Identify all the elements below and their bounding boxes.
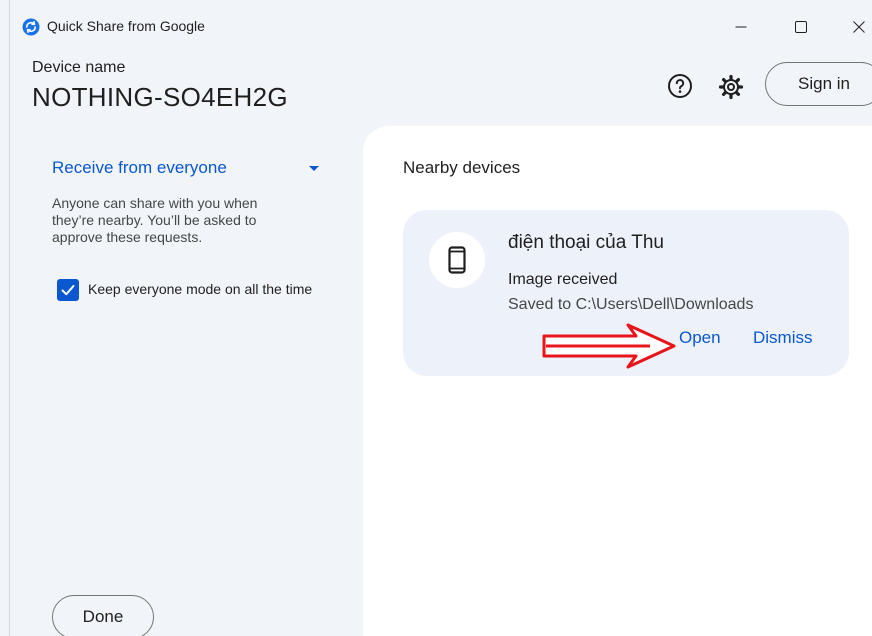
maximize-icon bbox=[795, 21, 807, 33]
keep-everyone-checkbox[interactable] bbox=[57, 279, 79, 301]
device-avatar bbox=[429, 232, 485, 288]
window-title: Quick Share from Google bbox=[47, 18, 205, 34]
minimize-button[interactable] bbox=[718, 8, 764, 46]
open-button[interactable]: Open bbox=[679, 328, 721, 348]
caret-down-icon bbox=[309, 166, 319, 171]
close-icon bbox=[853, 21, 865, 33]
close-window-button[interactable] bbox=[836, 8, 872, 46]
save-location: Saved to C:\Users\Dell\Downloads bbox=[508, 296, 754, 313]
smartphone-icon bbox=[448, 246, 466, 274]
dismiss-button[interactable]: Dismiss bbox=[753, 328, 813, 348]
device-name-label: Device name bbox=[32, 59, 126, 76]
settings-button[interactable] bbox=[716, 72, 746, 102]
gear-icon bbox=[718, 74, 744, 100]
device-name-value: NOTHING-SO4EH2G bbox=[32, 82, 288, 112]
quick-share-window: Quick Share from Google Device name NOTH… bbox=[0, 0, 872, 636]
left-pane: Receive from everyone Anyone can share w… bbox=[10, 126, 362, 636]
nearby-devices-pane: Nearby devices điện thoại của Thu Image … bbox=[363, 126, 872, 636]
description-line: Anyone can share with you when bbox=[52, 195, 258, 211]
visibility-description: Anyone can share with you when they’re n… bbox=[52, 195, 292, 246]
visibility-dropdown[interactable]: Receive from everyone bbox=[52, 156, 324, 180]
description-line: they’re nearby. You’ll be asked to bbox=[52, 212, 257, 228]
title-bar: Quick Share from Google bbox=[10, 8, 872, 46]
header: Device name NOTHING-SO4EH2G Sign in bbox=[10, 46, 872, 126]
maximize-button[interactable] bbox=[778, 8, 824, 46]
keep-everyone-label: Keep everyone mode on all the time bbox=[88, 281, 313, 297]
transfer-status: Image received bbox=[508, 271, 618, 288]
description-line: approve these requests. bbox=[52, 229, 203, 245]
annotation-arrow-icon bbox=[542, 323, 676, 369]
nearby-devices-title: Nearby devices bbox=[403, 158, 521, 177]
help-circle-icon bbox=[668, 74, 692, 98]
quick-share-logo-icon bbox=[22, 18, 40, 36]
checkmark-icon bbox=[61, 285, 75, 296]
remote-device-name: điện thoại của Thu bbox=[508, 232, 664, 253]
sign-in-button[interactable]: Sign in bbox=[765, 62, 872, 106]
done-button[interactable]: Done bbox=[52, 595, 154, 636]
minimize-icon bbox=[735, 26, 747, 28]
help-button[interactable] bbox=[666, 72, 694, 100]
visibility-label: Receive from everyone bbox=[52, 158, 227, 177]
